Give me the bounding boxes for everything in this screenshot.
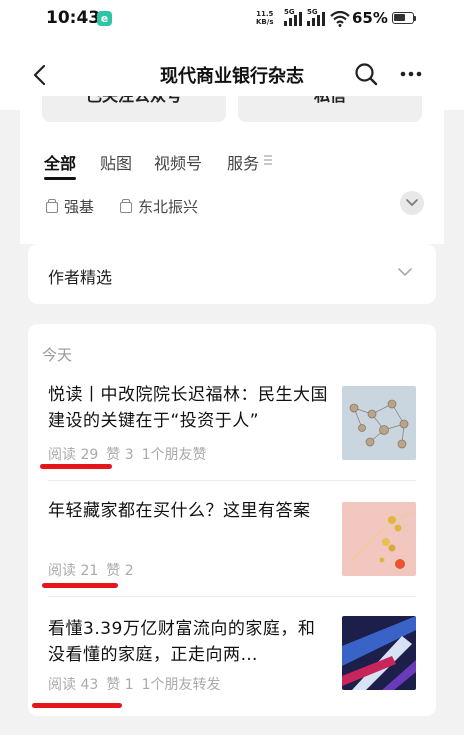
signal-icon-2: 5G xyxy=(307,8,325,30)
divider xyxy=(48,596,416,597)
topic-label-2: 东北振兴 xyxy=(138,198,199,216)
status-bar: 10:43 e 11.5 KB/s 5G 5G 65% xyxy=(0,0,464,38)
read-count: 阅读 29 xyxy=(48,447,99,463)
friend-activity: 1个朋友赞 xyxy=(141,447,207,463)
article-feed: 今天 悦读丨中改院院长迟福林：民生大国建设的关键在于“投资于人” 阅读 29 赞 … xyxy=(28,324,436,716)
divider xyxy=(48,480,416,481)
feed-date-label: 今天 xyxy=(42,346,73,364)
followed-account-label: 已关注公众号 xyxy=(42,96,226,106)
page-title: 现代商业银行杂志 xyxy=(160,66,304,87)
read-count: 阅读 21 xyxy=(48,563,99,579)
article-meta: 阅读 21 赞 2 xyxy=(48,560,142,580)
tab-active-indicator xyxy=(44,177,76,180)
app-notification-icon: e xyxy=(97,11,112,26)
menu-lines-icon[interactable] xyxy=(263,154,273,166)
author-picks-card[interactable]: 作者精选 xyxy=(28,244,436,304)
chevron-down-icon xyxy=(398,268,412,276)
tab-channels[interactable]: 视频号 xyxy=(154,150,202,174)
highlight-mark xyxy=(40,464,112,469)
tab-all[interactable]: 全部 xyxy=(44,150,76,174)
expand-topics-button[interactable] xyxy=(400,191,424,215)
signal-label-1: 5G xyxy=(284,8,295,16)
highlight-mark xyxy=(42,583,118,588)
more-icon[interactable] xyxy=(400,71,422,77)
tab-posts[interactable]: 贴图 xyxy=(100,150,132,174)
battery-cap xyxy=(414,16,416,21)
folder-icon xyxy=(46,199,58,213)
author-picks-label: 作者精选 xyxy=(48,268,113,287)
friend-activity: 1个朋友转发 xyxy=(141,677,221,693)
article-title: 年轻藏家都在买什么？这里有答案 xyxy=(48,501,311,521)
like-count: 赞 1 xyxy=(106,677,134,693)
search-icon[interactable] xyxy=(354,62,378,86)
article-thumbnail xyxy=(342,386,416,460)
battery-icon xyxy=(392,12,414,24)
tab-services[interactable]: 服务 xyxy=(227,150,259,174)
followed-account-button[interactable]: 已关注公众号 xyxy=(42,96,226,122)
highlight-mark xyxy=(32,703,122,708)
message-button[interactable]: 私信 xyxy=(238,96,422,122)
battery-percent: 65% xyxy=(352,9,388,27)
article-thumbnail xyxy=(342,502,416,576)
signal-label-2: 5G xyxy=(307,8,318,16)
network-speed-value: 11.5 xyxy=(256,10,274,18)
chevron-down-icon xyxy=(406,199,418,206)
topic-label-1: 强基 xyxy=(64,198,95,216)
folder-icon xyxy=(120,199,132,213)
wifi-icon xyxy=(330,11,350,27)
network-speed: 11.5 KB/s xyxy=(256,10,273,26)
topic-tag-1[interactable]: 强基 xyxy=(46,196,94,217)
network-speed-unit: KB/s xyxy=(256,18,274,26)
like-count: 赞 2 xyxy=(106,563,134,579)
article-title: 看懂3.39万亿财富流向的家庭，和没看懂的家庭，正走向两… xyxy=(48,619,316,665)
article-title: 悦读丨中改院院长迟福林：民生大国建设的关键在于“投资于人” xyxy=(48,385,328,431)
status-time: 10:43 xyxy=(46,8,101,28)
profile-card: 已关注公众号 私信 全部 贴图 视频号 服务 强基 东北振兴 xyxy=(20,96,444,244)
read-count: 阅读 43 xyxy=(48,677,99,693)
article-thumbnail xyxy=(342,616,416,690)
topic-tag-2[interactable]: 东北振兴 xyxy=(120,196,198,217)
article-meta: 阅读 29 赞 3 1个朋友赞 xyxy=(48,444,215,464)
message-label: 私信 xyxy=(238,96,422,106)
like-count: 赞 3 xyxy=(106,447,134,463)
signal-icon-1: 5G xyxy=(284,8,302,30)
battery-fill xyxy=(394,14,405,21)
article-meta: 阅读 43 赞 1 1个朋友转发 xyxy=(48,674,229,694)
